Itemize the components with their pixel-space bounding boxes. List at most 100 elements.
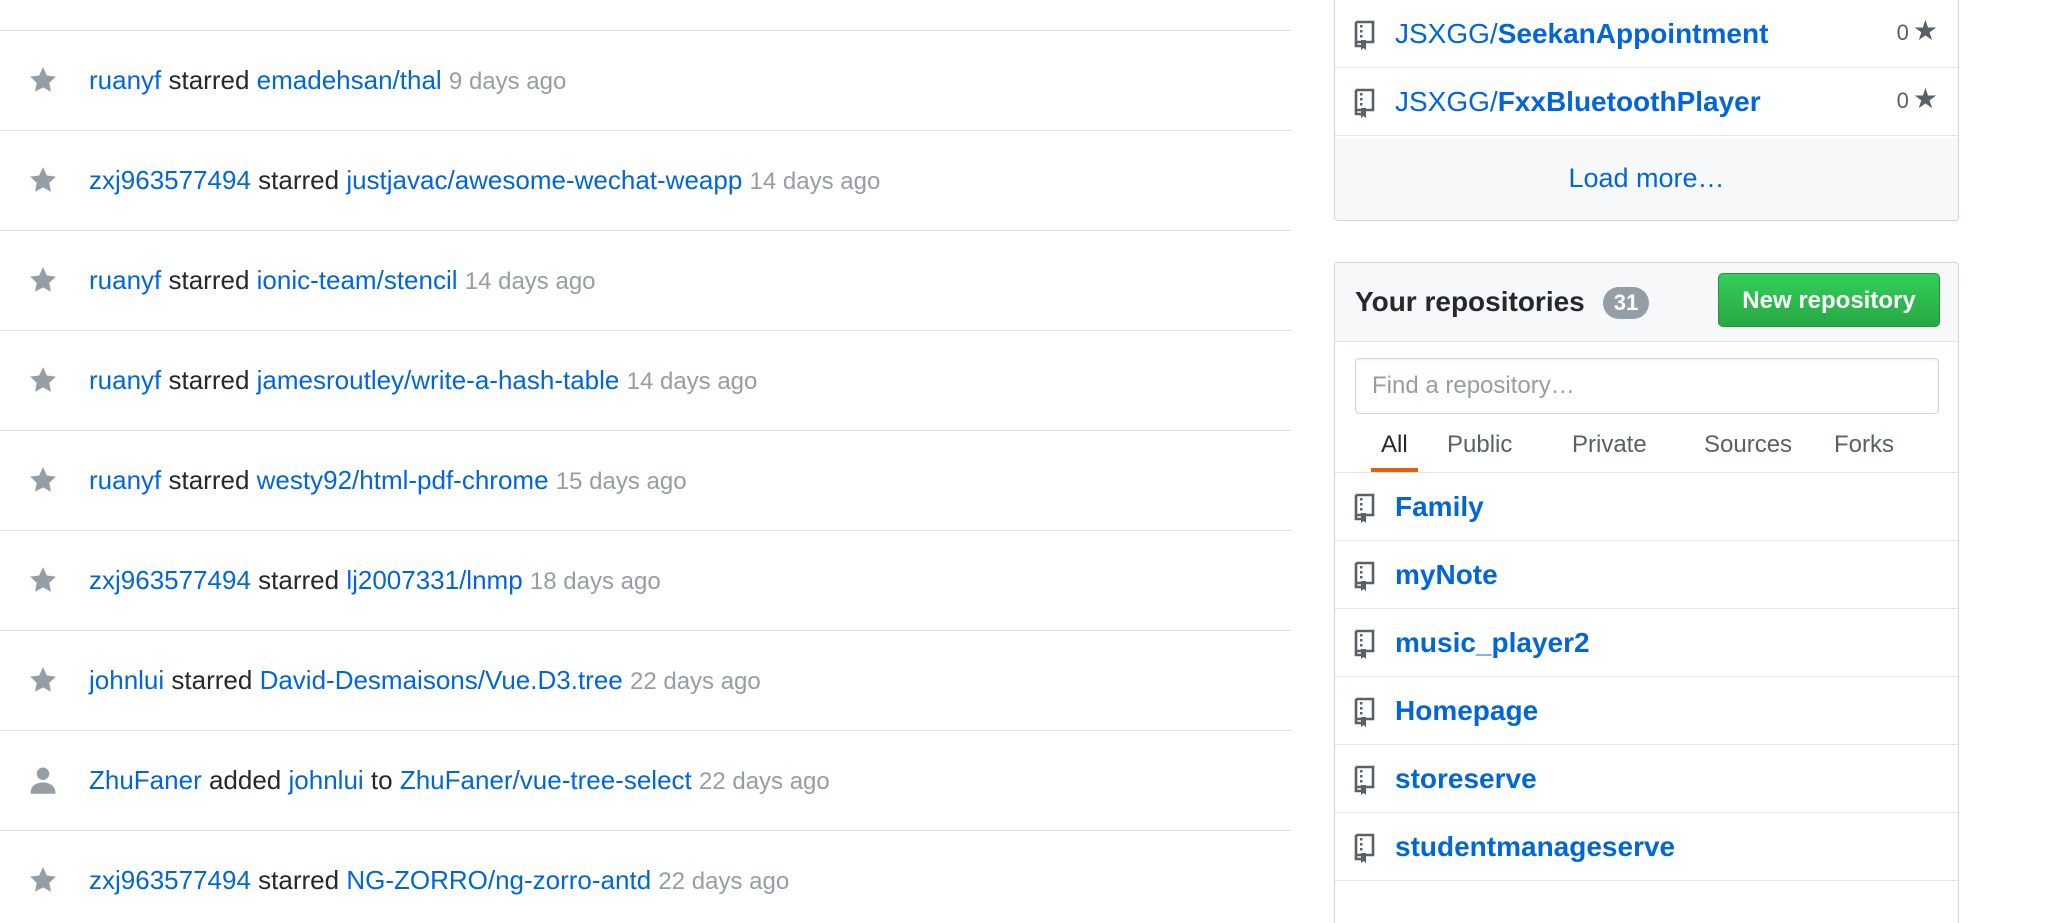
repo-count-badge: 31 [1603,287,1649,319]
timestamp: 14 days ago [749,168,881,195]
your-repositories-header: Your repositories 31 New repository [1335,263,1958,342]
tab-sources[interactable]: Sources [1704,432,1792,472]
actor-link[interactable]: ZhuFaner [89,765,202,795]
repo-link[interactable]: westy92/html-pdf-chrome [257,465,549,495]
feed-item: ZhuFaner added johnlui to ZhuFaner/vue-t… [0,731,1292,831]
repo-link[interactable]: JSXGG/SeekanAppointment [1395,16,1768,52]
feed-item: ruanyf starred emadehsan/thal 9 days ago [0,31,1292,131]
action-text: starred [168,265,250,295]
repo-filter-area: All Public Private Sources Forks [1335,342,1958,473]
actor-link[interactable]: johnlui [89,665,164,695]
person-icon [28,765,58,795]
repo-link[interactable]: JSXGG/FxxBluetoothPlayer [1395,84,1761,120]
repo-icon [1353,491,1379,523]
star-icon [28,665,58,695]
repo-icon [1353,559,1379,591]
star-icon [28,165,58,195]
actor-link[interactable]: zxj963577494 [89,565,251,595]
actor-link[interactable]: ruanyf [89,465,161,495]
connector-text: to [370,765,393,795]
repo-link[interactable]: Family [1395,489,1484,525]
action-text: starred [171,665,253,695]
repo-list-item: studentmanageserve [1335,813,1958,881]
repo-link[interactable]: storeserve [1395,761,1537,797]
feed-item-text: zxj963577494 starred justjavac/awesome-w… [89,161,880,201]
tab-public[interactable]: Public [1447,432,1512,472]
repo-list-item: storeserve [1335,745,1958,813]
repo-list-item: JSXGG/SeekanAppointment 0 ★ [1335,0,1958,68]
feed-item: ruanyf starred westy92/html-pdf-chrome 1… [0,431,1292,531]
star-icon [28,565,58,595]
new-repository-button[interactable]: New repository [1718,273,1940,327]
load-more-footer: Load more… [1335,138,1958,220]
timestamp: 18 days ago [529,568,661,595]
repo-link[interactable]: lj2007331/lnmp [346,565,522,595]
repo-icon [1353,831,1379,863]
repo-star-count: 0 ★ [1897,14,1938,50]
actor-link[interactable]: ruanyf [89,265,161,295]
feed-item-text: ruanyf starred westy92/html-pdf-chrome 1… [89,461,687,501]
tab-forks[interactable]: Forks [1834,432,1894,472]
feed-item-text: zxj963577494 starred lj2007331/lnmp 18 d… [89,561,661,601]
action-text: starred [258,565,340,595]
repo-link[interactable]: ionic-team/stencil [257,265,458,295]
repo-link[interactable]: ZhuFaner/vue-tree-select [400,765,692,795]
feed-item-text: ruanyf starred emadehsan/thal 9 days ago [89,61,566,101]
your-repositories-title: Your repositories [1355,286,1585,317]
activity-feed: ruanyf starred emadehsan/thal 9 days ago… [0,0,1292,912]
actor-link[interactable]: ruanyf [89,365,161,395]
repo-icon [1353,627,1379,659]
star-count-value: 0 [1896,20,1909,45]
repo-icon [1353,763,1379,795]
repo-icon [1353,695,1379,727]
timestamp: 14 days ago [626,368,758,395]
find-repository-input[interactable] [1355,358,1939,414]
repo-icon [1353,18,1379,50]
timestamp: 15 days ago [555,468,687,495]
member-link[interactable]: johnlui [289,765,364,795]
repo-link[interactable]: justjavac/awesome-wechat-weapp [346,165,742,195]
feed-item-text: johnlui starred David-Desmaisons/Vue.D3.… [89,661,761,701]
timestamp: 9 days ago [448,68,567,95]
repo-list-item: Homepage [1335,677,1958,745]
feed-item: zxj963577494 starred justjavac/awesome-w… [0,131,1292,231]
star-icon [28,865,58,895]
repo-link[interactable]: myNote [1395,557,1498,593]
timestamp: 14 days ago [464,268,596,295]
feed-item: johnlui starred David-Desmaisons/Vue.D3.… [0,631,1292,731]
repo-link[interactable]: Homepage [1395,693,1538,729]
star-count-value: 0 [1896,88,1909,113]
repo-link[interactable]: emadehsan/thal [257,65,442,95]
actor-link[interactable]: zxj963577494 [89,165,251,195]
sidebar: JSXGG/SeekanAppointment 0 ★ JSXGG/FxxBlue… [1334,0,1959,923]
actor-link[interactable]: ruanyf [89,65,161,95]
load-more-link[interactable]: Load more… [1335,160,1958,196]
feed-item: ruanyf starred ionic-team/stencil 14 day… [0,231,1292,331]
feed-item: zxj963577494 starred NG-ZORRO/ng-zorro-a… [0,831,1292,912]
timestamp: 22 days ago [698,768,830,795]
tab-all[interactable]: All [1371,432,1418,472]
repo-link[interactable]: studentmanageserve [1395,829,1675,865]
repo-link[interactable]: David-Desmaisons/Vue.D3.tree [260,665,623,695]
star-icon: ★ [1912,15,1938,46]
repo-link[interactable]: jamesroutley/write-a-hash-table [257,365,620,395]
star-icon [28,265,58,295]
repo-icon [1353,86,1379,118]
actor-link[interactable]: zxj963577494 [89,865,251,895]
feed-item: ruanyf starred jamesroutley/write-a-hash… [0,331,1292,431]
feed-item-text: ZhuFaner added johnlui to ZhuFaner/vue-t… [89,761,830,801]
timestamp: 22 days ago [658,868,790,895]
repository-list-box: JSXGG/SeekanAppointment 0 ★ JSXGG/FxxBlue… [1334,0,1959,221]
repo-star-count: 0 ★ [1897,82,1938,118]
repo-name: FxxBluetoothPlayer [1497,86,1761,117]
action-text: added [208,765,282,795]
repo-list-item: JSXGG/FxxBluetoothPlayer 0 ★ [1335,68,1958,136]
repo-link[interactable]: NG-ZORRO/ng-zorro-antd [346,865,651,895]
repo-link[interactable]: music_player2 [1395,625,1590,661]
tab-private[interactable]: Private [1572,432,1647,472]
feed-item-text: zxj963577494 starred NG-ZORRO/ng-zorro-a… [89,861,789,901]
repo-list-item: music_player2 [1335,609,1958,677]
repo-list-item: Family [1335,473,1958,541]
action-text: starred [168,65,250,95]
star-icon [28,365,58,395]
